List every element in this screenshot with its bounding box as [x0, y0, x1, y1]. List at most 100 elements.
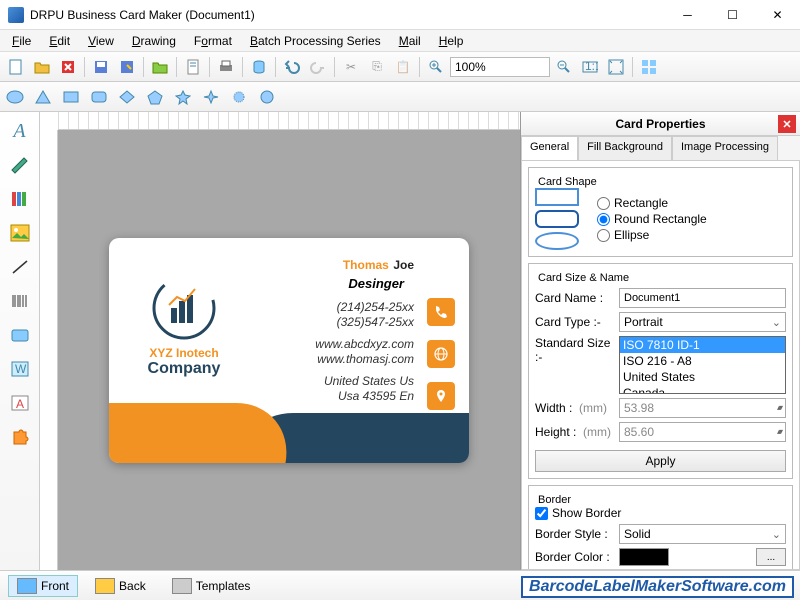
- list-item[interactable]: ISO 216 - A8: [620, 353, 785, 369]
- star4-shape-icon[interactable]: [200, 87, 222, 107]
- tab-fill-background[interactable]: Fill Background: [578, 136, 672, 160]
- rectangle-shape-icon[interactable]: [60, 87, 82, 107]
- apply-button[interactable]: Apply: [535, 450, 786, 472]
- company-logo: [149, 273, 219, 343]
- burst-shape-icon[interactable]: [228, 87, 250, 107]
- menu-format[interactable]: Format: [186, 32, 240, 50]
- width-spinner[interactable]: 53.98: [619, 398, 786, 418]
- show-border-checkbox[interactable]: Show Border: [535, 506, 786, 520]
- card-role: Desinger: [348, 276, 404, 291]
- close-button[interactable]: ✕: [755, 0, 800, 30]
- paste-icon[interactable]: 📋: [391, 55, 415, 79]
- image-tool-icon[interactable]: [6, 220, 34, 246]
- back-tab[interactable]: Back: [86, 575, 155, 597]
- main-toolbar: ✂ ⎘ 📋 100% 1:1: [0, 52, 800, 82]
- zoom-actual-icon[interactable]: 1:1: [578, 55, 602, 79]
- gear-shape-icon[interactable]: [256, 87, 278, 107]
- minimize-button[interactable]: ─: [665, 0, 710, 30]
- standard-size-list[interactable]: ISO 7810 ID-1 ISO 216 - A8 United States…: [619, 336, 786, 394]
- zoom-out-icon[interactable]: [552, 55, 576, 79]
- cut-icon[interactable]: ✂: [339, 55, 363, 79]
- round-rect-shape-icon[interactable]: [88, 87, 110, 107]
- location-icon: [427, 382, 455, 410]
- panel-tabs: General Fill Background Image Processing: [521, 136, 800, 160]
- radio-ellipse[interactable]: Ellipse: [597, 228, 707, 242]
- print-icon[interactable]: [214, 55, 238, 79]
- border-style-select[interactable]: Solid: [619, 524, 786, 544]
- line-tool-icon[interactable]: [6, 254, 34, 280]
- new-icon[interactable]: [4, 55, 28, 79]
- redo-icon[interactable]: [306, 55, 330, 79]
- list-item[interactable]: United States: [620, 369, 785, 385]
- shape-preview-ellipse[interactable]: [535, 232, 579, 250]
- border-group: Border Show Border Border Style :Solid B…: [528, 485, 793, 570]
- maximize-button[interactable]: ☐: [710, 0, 755, 30]
- menu-batch[interactable]: Batch Processing Series: [242, 32, 389, 50]
- titlebar: DRPU Business Card Maker (Document1) ─ ☐…: [0, 0, 800, 30]
- business-card[interactable]: XYZ Inotech Company Thomas Joe Desinger …: [109, 238, 469, 463]
- card-shape-group: Card Shape Rectangle Round Rectangle Ell…: [528, 167, 793, 257]
- open-icon[interactable]: [30, 55, 54, 79]
- svg-text:A: A: [16, 397, 24, 411]
- company-name: XYZ Inotech Company: [134, 346, 234, 378]
- menu-edit[interactable]: Edit: [41, 32, 78, 50]
- saveas-icon[interactable]: [115, 55, 139, 79]
- svg-text:W: W: [15, 362, 27, 376]
- shape-preview-roundrect[interactable]: [535, 210, 579, 228]
- card-name-input[interactable]: [619, 288, 786, 308]
- ellipse-shape-icon[interactable]: [4, 87, 26, 107]
- folder-open-icon[interactable]: [148, 55, 172, 79]
- watermark-tool-icon[interactable]: W: [6, 356, 34, 382]
- zoom-in-icon[interactable]: [424, 55, 448, 79]
- triangle-shape-icon[interactable]: [32, 87, 54, 107]
- tab-image-processing[interactable]: Image Processing: [672, 136, 778, 160]
- border-color-swatch[interactable]: [619, 548, 669, 566]
- pen-tool-icon[interactable]: [6, 152, 34, 178]
- card-contact-icons: [427, 298, 455, 410]
- star-shape-icon[interactable]: [172, 87, 194, 107]
- radio-rectangle[interactable]: Rectangle: [597, 196, 707, 210]
- database-icon[interactable]: [247, 55, 271, 79]
- menu-help[interactable]: Help: [431, 32, 472, 50]
- templates-tab[interactable]: Templates: [163, 575, 260, 597]
- card-type-select[interactable]: Portrait: [619, 312, 786, 332]
- card-name: Thomas Joe: [343, 256, 414, 274]
- properties-panel: Card Properties ✕ General Fill Backgroun…: [520, 112, 800, 570]
- window-title: DRPU Business Card Maker (Document1): [30, 8, 665, 22]
- card-shape-orange: [109, 403, 296, 463]
- save-icon[interactable]: [89, 55, 113, 79]
- menu-drawing[interactable]: Drawing: [124, 32, 184, 50]
- shape-preview-rect[interactable]: [535, 188, 579, 206]
- document-icon[interactable]: [181, 55, 205, 79]
- list-item[interactable]: Canada: [620, 385, 785, 394]
- text-tool-icon[interactable]: A: [6, 118, 34, 144]
- border-color-picker-button[interactable]: ...: [756, 548, 786, 566]
- radio-round-rectangle[interactable]: Round Rectangle: [597, 212, 707, 226]
- undo-icon[interactable]: [280, 55, 304, 79]
- card-info: (214)254-25xx (325)547-25xx www.abcdxyz.…: [315, 300, 414, 406]
- left-tool-palette: A W A: [0, 112, 40, 570]
- text-a-tool-icon[interactable]: A: [6, 390, 34, 416]
- vertical-ruler: [40, 130, 58, 570]
- tab-general[interactable]: General: [521, 136, 578, 160]
- height-spinner[interactable]: 85.60: [619, 422, 786, 442]
- panel-close-icon[interactable]: ✕: [778, 115, 796, 133]
- zoom-combo[interactable]: 100%: [450, 57, 550, 77]
- front-tab[interactable]: Front: [8, 575, 78, 597]
- pentagon-shape-icon[interactable]: [144, 87, 166, 107]
- puzzle-tool-icon[interactable]: [6, 424, 34, 450]
- barcode-tool-icon[interactable]: [6, 288, 34, 314]
- card-tool-icon[interactable]: [6, 322, 34, 348]
- menu-file[interactable]: File: [4, 32, 39, 50]
- canvas[interactable]: XYZ Inotech Company Thomas Joe Desinger …: [58, 130, 520, 570]
- delete-icon[interactable]: [56, 55, 80, 79]
- copy-icon[interactable]: ⎘: [365, 55, 389, 79]
- list-item[interactable]: ISO 7810 ID-1: [620, 337, 785, 353]
- menu-mail[interactable]: Mail: [391, 32, 429, 50]
- menu-view[interactable]: View: [80, 32, 122, 50]
- fit-screen-icon[interactable]: [604, 55, 628, 79]
- library-icon[interactable]: [6, 186, 34, 212]
- panel-header: Card Properties ✕: [521, 112, 800, 136]
- grid-icon[interactable]: [637, 55, 661, 79]
- diamond-shape-icon[interactable]: [116, 87, 138, 107]
